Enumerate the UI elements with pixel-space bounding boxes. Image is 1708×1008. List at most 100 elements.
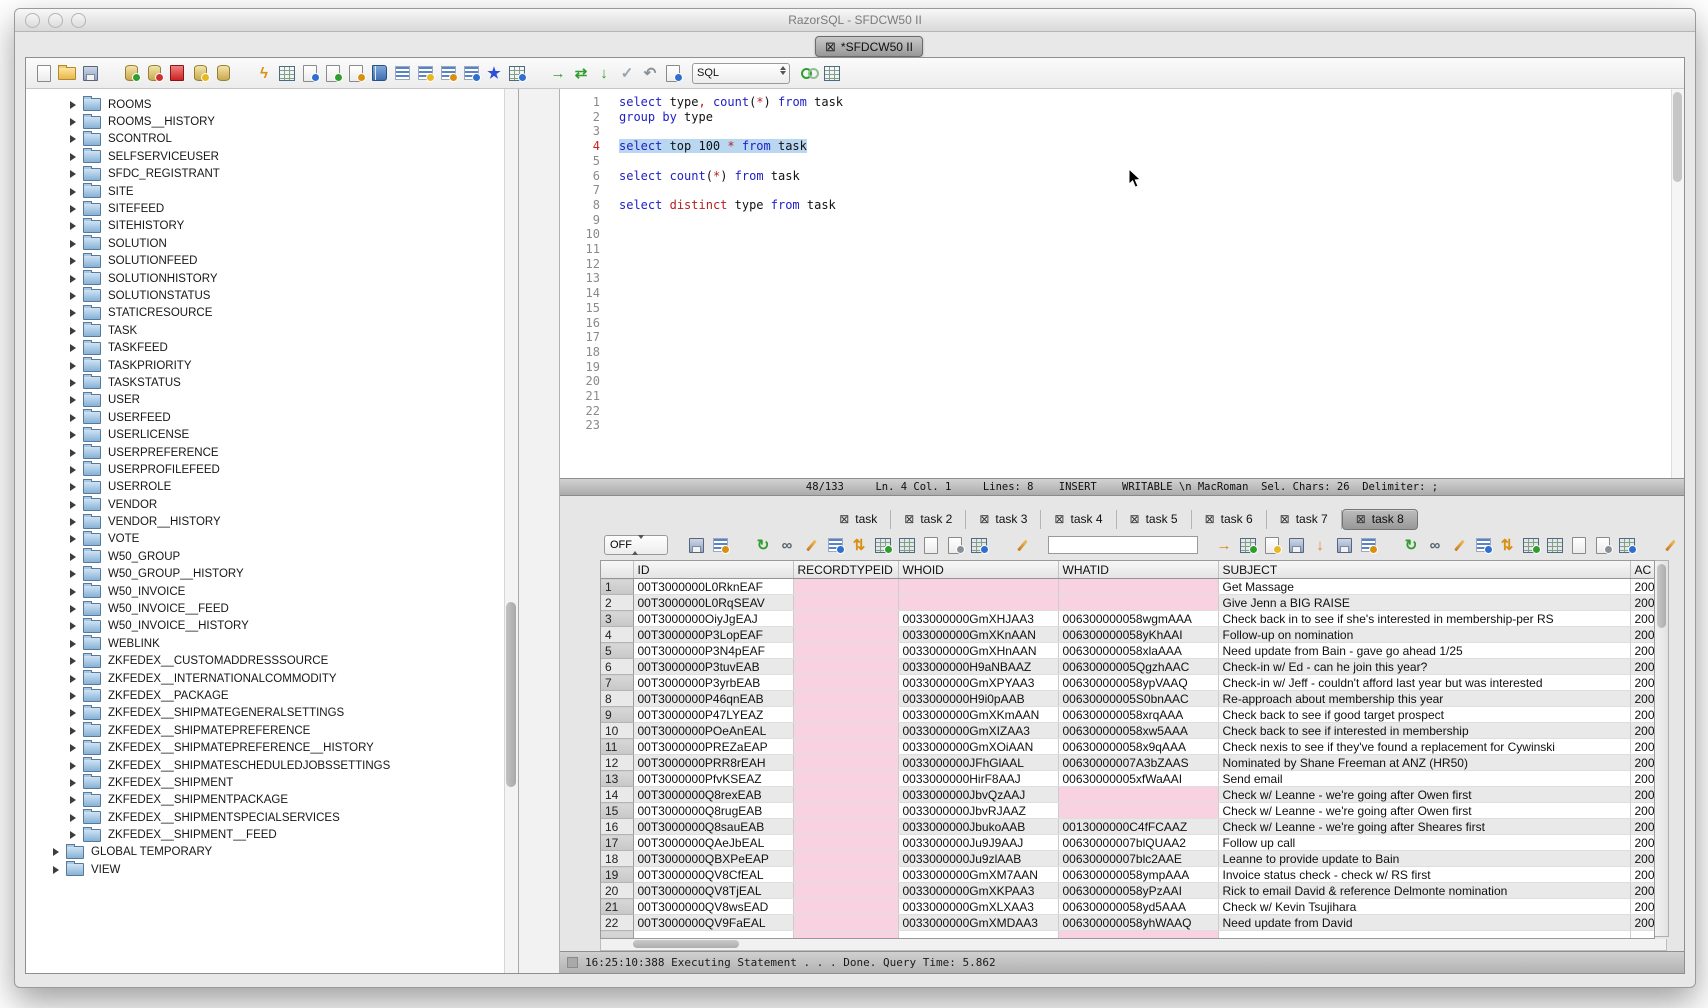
disclosure-triangle-icon[interactable]: [70, 222, 76, 230]
cell-whatid[interactable]: 00630000005xfWaAAI: [1058, 771, 1218, 787]
cell-subject[interactable]: Check w/ Leanne - we're going after Shea…: [1218, 819, 1630, 835]
tree-item-solution[interactable]: SOLUTION: [26, 235, 518, 252]
column-header-recordtypeid[interactable]: RECORDTYPEID: [793, 561, 898, 579]
disclosure-triangle-icon[interactable]: [70, 814, 76, 822]
cell-id[interactable]: 00T3000000P3LopEAF: [633, 627, 793, 643]
tree-item-userprofilefeed[interactable]: USERPROFILEFEED: [26, 461, 518, 478]
tree-item-zkfedex-internationalcommodity[interactable]: ZKFEDEX__INTERNATIONALCOMMODITY: [26, 670, 518, 687]
result-tab-task-7[interactable]: ⊠task 7: [1267, 510, 1342, 529]
disclosure-triangle-icon[interactable]: [70, 657, 76, 665]
cell-id[interactable]: 00T3000000POeAnEAL: [633, 723, 793, 739]
minimize-window-button[interactable]: [48, 13, 63, 28]
cell-ac[interactable]: [1630, 931, 1654, 940]
tab-close-icon[interactable]: ⊠: [1054, 513, 1064, 525]
connections-links-icon[interactable]: [799, 63, 819, 83]
cell-subject[interactable]: Check back in to see if she's interested…: [1218, 611, 1630, 627]
editor-scrollbar-thumb[interactable]: [1673, 92, 1682, 182]
tree-item-scontrol[interactable]: SCONTROL: [26, 131, 518, 148]
cell-recordtypeid[interactable]: [793, 851, 898, 867]
cell-subject[interactable]: Check back to see if good target prospec…: [1218, 707, 1630, 723]
reconnect-icon[interactable]: ⇄: [571, 63, 591, 83]
title-bar[interactable]: RazorSQL - SFDCW50 II: [15, 9, 1695, 32]
disclosure-triangle-icon[interactable]: [70, 414, 76, 422]
cell-whatid[interactable]: 00630000007blQUAA2: [1058, 835, 1218, 851]
highlight-pen-icon[interactable]: [1012, 535, 1032, 555]
tab-close-icon[interactable]: ⊠: [839, 513, 849, 525]
cell-whatid[interactable]: 006300000058yhWAAQ: [1058, 915, 1218, 931]
execute-script-icon[interactable]: [300, 63, 320, 83]
cell-id[interactable]: 00T3000000QAeJbEAL: [633, 835, 793, 851]
cell-whoid[interactable]: [898, 931, 1058, 940]
tree-item-global-temporary[interactable]: GLOBAL TEMPORARY: [26, 844, 518, 861]
favorites-icon[interactable]: ★: [484, 63, 504, 83]
tree-item-userlicense[interactable]: USERLICENSE: [26, 426, 518, 443]
tree-item-zkfedex-customaddresssource[interactable]: ZKFEDEX__CUSTOMADDRESSSOURCE: [26, 653, 518, 670]
tree-item-userpreference[interactable]: USERPREFERENCE: [26, 444, 518, 461]
save-results-icon[interactable]: [686, 535, 706, 555]
disclosure-triangle-icon[interactable]: [70, 727, 76, 735]
cell-id[interactable]: 00T3000000P46qnEAB: [633, 691, 793, 707]
cell-whoid[interactable]: 0033000000GmXHJAA3: [898, 611, 1058, 627]
cell-whatid[interactable]: 006300000058yPzAAI: [1058, 883, 1218, 899]
disclosure-triangle-icon[interactable]: [70, 309, 76, 317]
disclosure-triangle-icon[interactable]: [70, 327, 76, 335]
cell-id[interactable]: 00T3000000L0RknEAF: [633, 579, 793, 595]
cell-whatid[interactable]: 006300000058xlaAAA: [1058, 643, 1218, 659]
cell-ac[interactable]: 200: [1630, 627, 1654, 643]
cell-ac[interactable]: 200: [1630, 755, 1654, 771]
import-connection-icon[interactable]: [121, 63, 141, 83]
table-row[interactable]: 2100T3000000QV8wsEAD0033000000GmXLXAA300…: [601, 899, 1654, 915]
disclosure-triangle-icon[interactable]: [70, 153, 76, 161]
disclosure-triangle-icon[interactable]: [70, 779, 76, 787]
table-row[interactable]: 1600T3000000Q8sauEAB0033000000JbukoAAB00…: [601, 819, 1654, 835]
disclosure-triangle-icon[interactable]: [70, 379, 76, 387]
grid-horizontal-scrollbar[interactable]: [600, 939, 1667, 951]
cell-id[interactable]: 00T3000000Q8rugEAB: [633, 803, 793, 819]
table-row[interactable]: 1900T3000000QV8CfEAL0033000000GmXM7AAN00…: [601, 867, 1654, 883]
disclosure-triangle-icon[interactable]: [70, 831, 76, 839]
tab-close-icon[interactable]: ⊠: [1205, 513, 1215, 525]
tree-item-taskstatus[interactable]: TASKSTATUS: [26, 374, 518, 391]
table-row[interactable]: 300T3000000OiyJgEAJ0033000000GmXHJAA3006…: [601, 611, 1654, 627]
cell-recordtypeid[interactable]: [793, 675, 898, 691]
cell-id[interactable]: 00T3000000L0RqSEAV: [633, 595, 793, 611]
tab-close-icon[interactable]: ⊠: [1356, 513, 1366, 525]
export-grid-icon[interactable]: [1238, 535, 1258, 555]
table-row[interactable]: 2200T3000000QV9FaEAL0033000000GmXMDAA300…: [601, 915, 1654, 931]
result-tab-task-6[interactable]: ⊠task 6: [1192, 510, 1267, 529]
cell-ac[interactable]: 200: [1630, 803, 1654, 819]
cell-recordtypeid[interactable]: [793, 899, 898, 915]
disclosure-triangle-icon[interactable]: [70, 240, 76, 248]
cell-subject[interactable]: Need update from David: [1218, 915, 1630, 931]
disclosure-triangle-icon[interactable]: [70, 501, 76, 509]
cell-ac[interactable]: 200: [1630, 723, 1654, 739]
fetch-down-icon[interactable]: ↓: [594, 63, 614, 83]
grid-vscrollbar-thumb[interactable]: [1657, 564, 1666, 628]
cell-subject[interactable]: Follow-up on nomination: [1218, 627, 1630, 643]
table-editor-icon[interactable]: [277, 63, 297, 83]
database-icon[interactable]: [213, 63, 233, 83]
copy-table-icon[interactable]: [1617, 535, 1637, 555]
tree-item-zkfedex-shipmatescheduledjobssettings[interactable]: ZKFEDEX__SHIPMATESCHEDULEDJOBSSETTINGS: [26, 757, 518, 774]
cell-whatid[interactable]: 006300000058yd5AAA: [1058, 899, 1218, 915]
cell-whoid[interactable]: 0033000000GmXOiAAN: [898, 739, 1058, 755]
cell-whoid[interactable]: 0033000000Ju9zlAAB: [898, 851, 1058, 867]
results-list-icon[interactable]: [392, 63, 412, 83]
disclosure-triangle-icon[interactable]: [70, 292, 76, 300]
result-tab-task[interactable]: ⊠task: [826, 510, 891, 529]
cell-ac[interactable]: 200: [1630, 835, 1654, 851]
cell-ac[interactable]: 200: [1630, 675, 1654, 691]
cell-whoid[interactable]: 0033000000GmXMDAA3: [898, 915, 1058, 931]
sort-rows-icon[interactable]: ⇅: [849, 535, 869, 555]
cell-whatid[interactable]: 006300000058wgmAAA: [1058, 611, 1218, 627]
cell-whatid[interactable]: 0013000000C4fFCAAZ: [1058, 819, 1218, 835]
tree-item-vote[interactable]: VOTE: [26, 531, 518, 548]
tree-item-userfeed[interactable]: USERFEED: [26, 409, 518, 426]
cell-recordtypeid[interactable]: [793, 659, 898, 675]
panel-splitter[interactable]: [519, 89, 559, 973]
cell-subject[interactable]: Follow up call: [1218, 835, 1630, 851]
close-window-button[interactable]: [25, 13, 40, 28]
cell-id[interactable]: [633, 931, 793, 940]
cell-ac[interactable]: 200: [1630, 883, 1654, 899]
cell-recordtypeid[interactable]: [793, 723, 898, 739]
